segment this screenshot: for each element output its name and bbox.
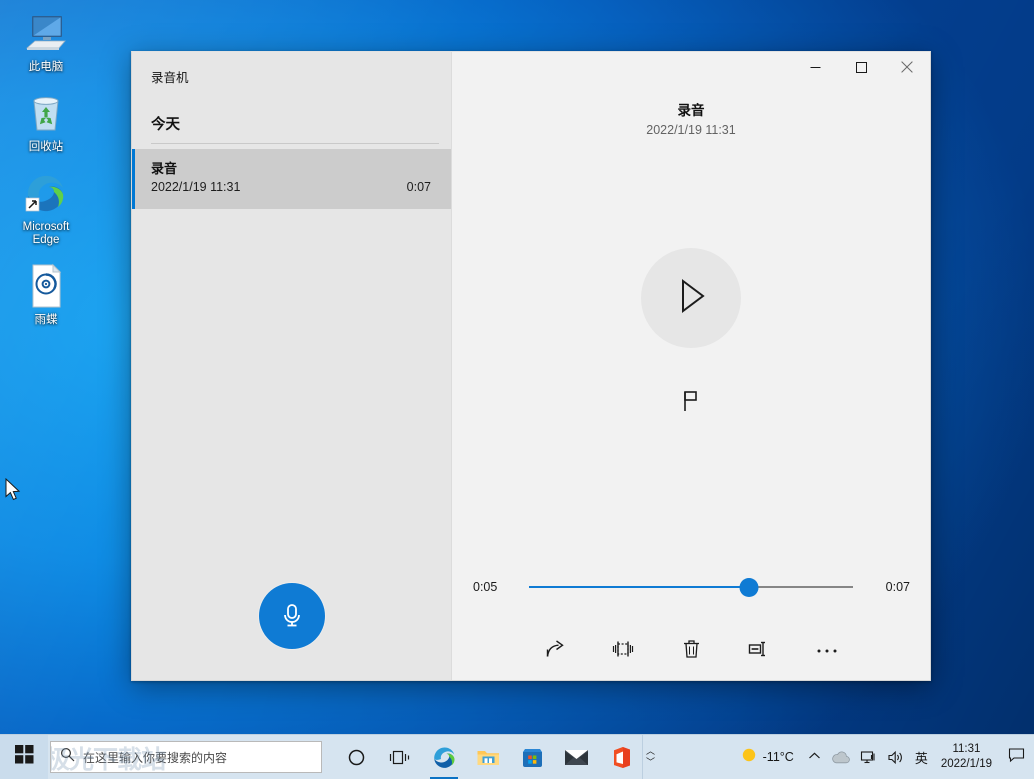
rename-button[interactable] xyxy=(725,630,793,670)
voice-recorder-window[interactable]: 录音机 今天 录音 2022/1/19 11:31 0:07 录音 2022/1… xyxy=(131,51,931,681)
group-divider xyxy=(151,143,439,144)
desktop-icon-recycle-bin[interactable]: 回收站 xyxy=(8,88,84,154)
current-time-label: 0:05 xyxy=(473,580,498,594)
desktop-icon-label: 雨蝶 xyxy=(34,314,58,326)
recording-duration: 0:07 xyxy=(406,180,431,194)
record-button[interactable] xyxy=(258,583,325,649)
trim-button[interactable] xyxy=(589,630,657,670)
chevron-up-icon xyxy=(808,748,821,766)
command-bar xyxy=(452,632,930,680)
playback-controls-area xyxy=(452,97,930,570)
seek-track-fill xyxy=(529,586,750,588)
selection-accent-bar xyxy=(132,149,135,209)
recording-name: 录音 xyxy=(151,161,178,176)
notification-icon xyxy=(1008,747,1025,768)
windows-start-icon xyxy=(14,745,34,769)
taskbar-overflow-scroll[interactable]: ︿ ﹀ xyxy=(642,734,658,779)
network-icon[interactable] xyxy=(855,735,882,779)
recordings-pane: 录音机 今天 录音 2022/1/19 11:31 0:07 xyxy=(132,52,452,680)
clock[interactable]: 11:31 2022/1/19 xyxy=(933,735,1000,779)
start-button[interactable] xyxy=(0,734,48,779)
add-marker-button[interactable] xyxy=(671,386,711,420)
action-center-button[interactable] xyxy=(1000,735,1032,779)
seek-slider[interactable] xyxy=(529,577,853,597)
playback-pane: 录音 2022/1/19 11:31 0:05 0:07 xyxy=(452,52,930,680)
minimize-button[interactable] xyxy=(792,52,838,84)
task-view-icon[interactable] xyxy=(378,735,422,779)
recordings-group-header: 今天 xyxy=(151,117,180,133)
office-icon[interactable] xyxy=(598,735,642,779)
taskbar: 极光下载站 在这里输入你要搜索的内容 ︿ ﹀ -11°C 英 11:31 202… xyxy=(0,734,1034,779)
recycle-bin-icon xyxy=(8,88,84,138)
close-button[interactable] xyxy=(884,52,930,84)
chevron-down-icon: ﹀ xyxy=(645,757,655,767)
mail-icon[interactable] xyxy=(554,735,598,779)
microsoft-edge-icon[interactable] xyxy=(422,735,466,779)
delete-button[interactable] xyxy=(657,630,725,670)
record-button-container xyxy=(132,583,451,680)
share-icon xyxy=(545,638,566,662)
desktop-icon-label: 此电脑 xyxy=(28,61,64,73)
weather-widget[interactable]: -11°C xyxy=(735,735,803,779)
seek-thumb[interactable] xyxy=(739,577,759,597)
maximize-button[interactable] xyxy=(838,52,884,84)
show-hidden-icons-button[interactable] xyxy=(803,735,826,779)
clock-time: 11:31 xyxy=(952,743,981,755)
more-button[interactable] xyxy=(793,630,861,670)
this-pc-icon xyxy=(8,8,84,58)
recordings-list: 录音 2022/1/19 11:31 0:07 xyxy=(132,149,451,209)
trim-icon xyxy=(611,639,635,662)
app-title: 录音机 xyxy=(151,71,189,85)
desktop[interactable]: 此电脑 回收站 Microsoft Edge 雨蝶 录音机 今天 录音 2022… xyxy=(0,0,1034,734)
clock-date: 2022/1/19 xyxy=(940,758,992,770)
onedrive-icon[interactable] xyxy=(826,735,855,779)
recording-list-item[interactable]: 录音 2022/1/19 11:31 0:07 xyxy=(132,149,451,209)
desktop-icon-label: Microsoft Edge xyxy=(22,221,70,246)
weather-temperature: -11°C xyxy=(762,750,794,764)
desktop-icon-media-file[interactable]: 雨蝶 xyxy=(8,261,84,327)
desktop-icon-label: 回收站 xyxy=(28,141,64,153)
recording-date: 2022/1/19 11:31 xyxy=(151,180,241,194)
record-microphone-icon xyxy=(277,600,307,633)
total-time-label: 0:07 xyxy=(885,580,910,594)
search-input[interactable]: 极光下载站 在这里输入你要搜索的内容 xyxy=(50,741,322,773)
ime-indicator[interactable]: 英 xyxy=(910,735,933,779)
cortana-icon[interactable] xyxy=(334,735,378,779)
mouse-cursor xyxy=(4,477,22,508)
minimize-icon xyxy=(810,61,821,76)
play-icon xyxy=(674,277,708,318)
volume-icon[interactable] xyxy=(882,735,910,779)
search-icon xyxy=(60,747,75,767)
microsoft-edge-icon xyxy=(8,168,84,218)
maximize-icon xyxy=(855,61,867,76)
microsoft-store-icon[interactable] xyxy=(510,735,554,779)
desktop-icon-list: 此电脑 回收站 Microsoft Edge 雨蝶 xyxy=(8,8,88,341)
seek-bar-row: 0:05 0:07 xyxy=(452,570,930,604)
ellipsis-icon xyxy=(816,643,838,658)
media-file-icon xyxy=(8,261,84,311)
ime-label: 英 xyxy=(914,750,928,766)
desktop-icon-microsoft-edge[interactable]: Microsoft Edge xyxy=(8,168,84,247)
trash-icon xyxy=(682,638,701,662)
share-button[interactable] xyxy=(521,630,589,670)
file-explorer-icon[interactable] xyxy=(466,735,510,779)
flag-marker-icon xyxy=(681,390,701,415)
taskbar-pinned-apps xyxy=(334,735,642,779)
window-controls xyxy=(452,52,930,84)
sun-icon xyxy=(741,747,757,768)
rename-icon xyxy=(747,640,771,661)
play-button[interactable] xyxy=(641,247,741,348)
close-icon xyxy=(901,60,913,76)
chevron-up-icon: ︿ xyxy=(645,746,655,756)
desktop-icon-this-pc[interactable]: 此电脑 xyxy=(8,8,84,74)
search-placeholder: 在这里输入你要搜索的内容 xyxy=(83,750,228,765)
system-tray: -11°C 英 11:31 2022/1/19 xyxy=(735,735,1034,779)
